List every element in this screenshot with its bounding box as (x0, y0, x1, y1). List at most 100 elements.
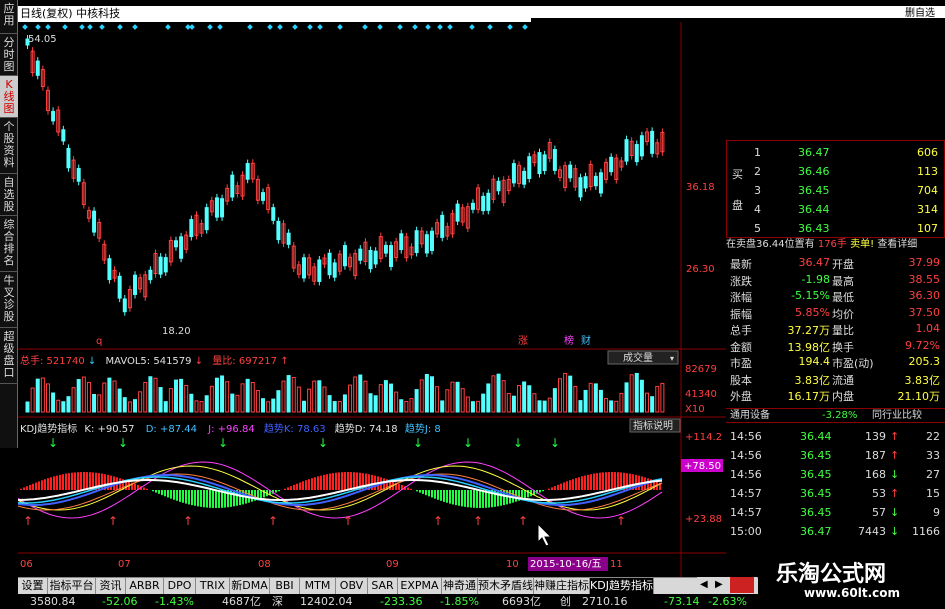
candle-body (35, 60, 40, 76)
tick-time: 15:00 (730, 525, 762, 538)
kdj-k: K: +90.57 (84, 424, 135, 435)
volume-bar (291, 376, 296, 413)
arrow-down-icon: ↓ (48, 436, 58, 450)
plate-label: 盘 (732, 199, 743, 212)
event-dot (99, 24, 105, 30)
volume-bar (476, 400, 481, 413)
arrow-up-icon: ↑ (518, 514, 528, 528)
tab-indicator[interactable]: EXPMA (398, 578, 442, 594)
tick-time: 14:56 (730, 430, 762, 443)
arrow-down-icon: ↓ (890, 506, 900, 519)
tab-indicator[interactable]: DPO (164, 578, 196, 594)
volume-bar (609, 400, 614, 413)
status-value: 6693亿 (502, 595, 541, 608)
volume-bar (337, 400, 342, 413)
volume-bar (194, 400, 199, 413)
quote-label: 内盘 (832, 390, 854, 403)
volume-bar (107, 377, 112, 413)
volume-bar (445, 389, 450, 413)
nav-kline[interactable]: K线图 (0, 76, 18, 118)
candle-body (327, 252, 332, 276)
tick-count: 9 (933, 506, 940, 519)
tab-indicator[interactable]: 指标平台 (48, 578, 96, 594)
tab-indicator[interactable]: SAR (368, 578, 398, 594)
volume-bar (35, 378, 40, 413)
volume-bar (394, 391, 399, 413)
event-dot (412, 24, 418, 30)
tab-indicator[interactable]: KDJ趋势指标 (590, 578, 654, 594)
volume-bar (76, 379, 81, 413)
candle-body (173, 240, 178, 248)
event-dot (35, 24, 41, 30)
candle-body (158, 256, 163, 275)
sector-compare-link[interactable]: 同行业比较 (872, 409, 922, 423)
nav-ranking[interactable]: 综合排名 (0, 216, 18, 272)
candle-body (455, 203, 460, 222)
quote-label: 外盘 (730, 390, 752, 403)
volume-bar (542, 400, 547, 413)
nav-super-board[interactable]: 超级盘口 (0, 328, 18, 384)
indicator-tabs: 设置 指标平台 资讯 ARBR DPO TRIX 新DMA BBI MTM OBV SAR EXPMA… (18, 577, 758, 594)
volume-bar (378, 384, 383, 413)
candle-body (230, 174, 235, 198)
tab-scroll-left-icon[interactable]: ◀ (700, 577, 708, 593)
event-dot (397, 24, 403, 30)
vol-total: 总手: 521740 (20, 356, 85, 367)
tab-indicator[interactable]: 设置 (18, 578, 48, 594)
quote-value: 5.85% (795, 305, 830, 319)
candle-body (122, 298, 127, 313)
candle-body (163, 257, 168, 273)
nav-watchlist[interactable]: 自选股 (0, 174, 18, 216)
sector-name: 通用设备 (730, 410, 770, 421)
tab-indicator[interactable]: 新DMA (230, 578, 270, 594)
volume-bar (71, 387, 76, 413)
status-value: 4687亿 (222, 595, 261, 608)
summary-text: 在卖盘36.44位置有 (726, 239, 815, 250)
kdj-scale-2: +78.50 (684, 461, 721, 472)
tab-indicator[interactable]: 神赚庄指标 (534, 578, 590, 594)
left-nav: 应用 分时图 K线图 个股资料 自选股 综合排名 牛叉诊股 超级盘口 (0, 0, 18, 448)
nav-app[interactable]: 应用 (0, 0, 18, 34)
quote-label: 最新 (730, 258, 752, 271)
tab-indicator[interactable]: 神奇通 (442, 578, 478, 594)
tick-volume: 57 (872, 506, 886, 519)
tab-extra-button[interactable] (730, 577, 754, 593)
volume-bar (235, 394, 240, 413)
volume-bar (332, 401, 337, 413)
candle-body (358, 248, 363, 261)
kline-chart[interactable]: 54.05 18.20 36.18 26.30 q 涨 榜 财 成交量 ▾ 82… (18, 22, 726, 577)
arrow-up-icon: ↑ (108, 514, 118, 528)
volume-bar (619, 392, 624, 413)
tab-indicator[interactable]: 资讯 (96, 578, 126, 594)
remove-watch-button[interactable]: 删自选 (905, 4, 935, 19)
volume-bar (583, 389, 588, 413)
summary-detail-link[interactable]: 查看详细 (877, 239, 917, 250)
order-price: 36.46 (798, 165, 830, 178)
tick-price: 36.45 (800, 487, 832, 500)
tab-indicator[interactable]: BBI (270, 578, 300, 594)
event-dot (22, 24, 28, 30)
volume-bar (655, 385, 660, 413)
volume-bar (353, 376, 358, 413)
volume-bar (143, 381, 148, 413)
sector-change: -3.28% (822, 410, 858, 421)
tab-indicator[interactable]: 预木矛盾线 (478, 578, 534, 594)
volume-bar (153, 377, 158, 413)
nav-stock-info[interactable]: 个股资料 (0, 118, 18, 174)
tab-indicator[interactable]: MTM (300, 578, 336, 594)
volume-bar (97, 394, 102, 413)
tab-indicator[interactable]: TRIX (196, 578, 230, 594)
tab-scroll-right-icon[interactable]: ▶ (715, 577, 723, 593)
arrow-up-icon: ↑ (268, 514, 278, 528)
volume-bar (214, 377, 219, 413)
volume-bar (634, 372, 639, 413)
nav-timeshare[interactable]: 分时图 (0, 34, 18, 76)
nav-diagnose[interactable]: 牛叉诊股 (0, 272, 18, 328)
tab-indicator[interactable]: ARBR (126, 578, 164, 594)
tab-indicator[interactable]: OBV (336, 578, 368, 594)
event-dot (189, 24, 195, 30)
event-dot (62, 24, 68, 30)
event-dot (447, 24, 453, 30)
quote-value: 37.99 (908, 256, 941, 269)
quote-label: 涨跌 (730, 274, 752, 288)
